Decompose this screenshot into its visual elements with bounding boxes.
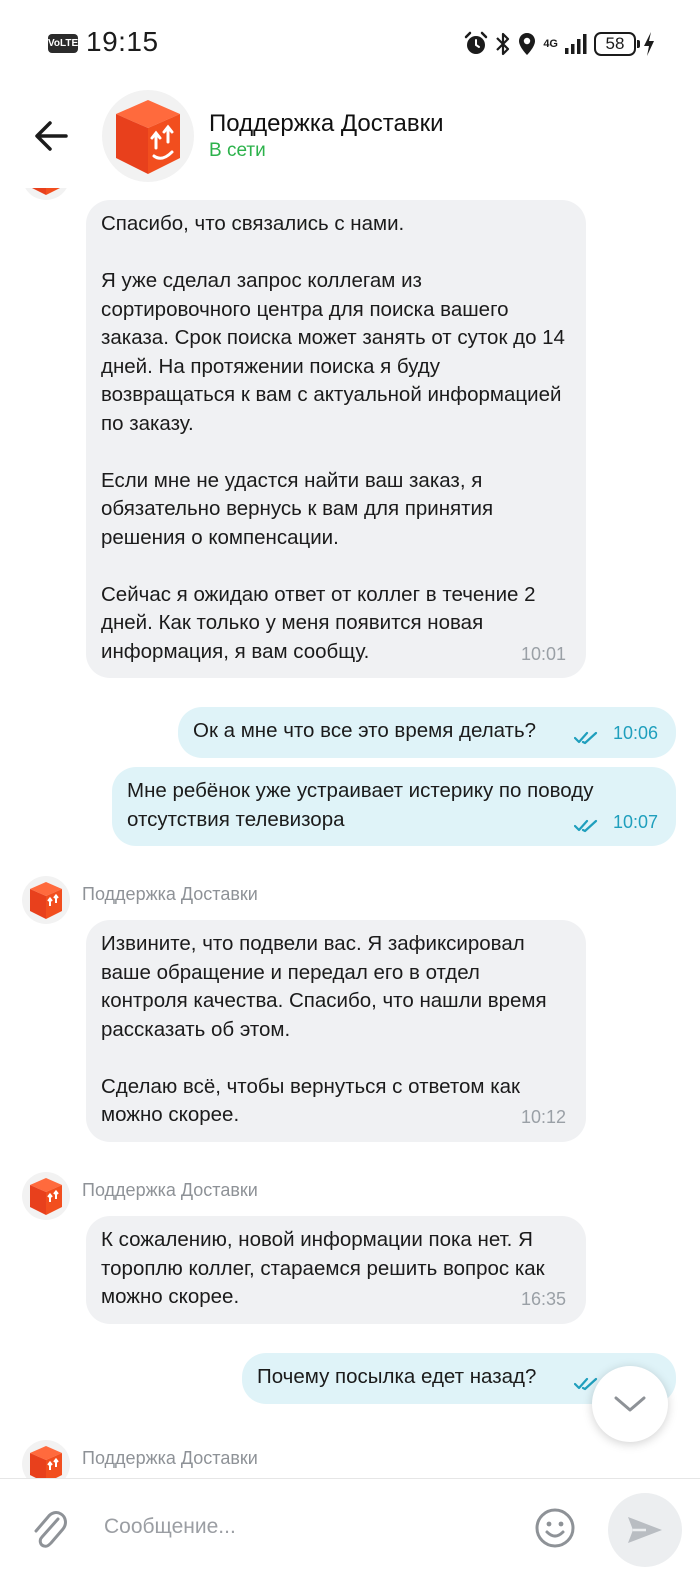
location-icon [519,33,536,55]
sender-avatar[interactable] [22,1172,70,1220]
sender-name: Поддержка Доставки [82,1448,258,1468]
sender-name: Поддержка Доставки [82,884,258,904]
message-time: 10:01 [520,643,566,664]
scroll-to-bottom-button[interactable] [592,1366,668,1442]
double-check-icon [574,819,598,833]
sender-avatar[interactable] [22,876,70,924]
send-icon [628,1517,662,1543]
message-time: 10:07 [612,811,658,832]
sender-avatar [22,188,70,200]
charging-icon [644,32,654,56]
volte-badge: VoLTE [48,34,78,53]
delivery-box-logo-icon [116,100,180,174]
paperclip-icon [34,1511,67,1548]
delivery-box-logo-icon [30,1178,62,1215]
delivery-box-logo-icon [30,882,62,919]
emoji-button[interactable] [534,1507,576,1549]
online-status: В сети [209,140,266,161]
double-check-icon [574,731,598,744]
status-bar: VoLTE 19:15 4G 58 [0,0,700,84]
message-list[interactable]: Спасибо, что связались с нами. Я уже сде… [0,188,700,1478]
message-text: К сожалению, новой информации пока нет. … [101,1228,551,1308]
chat-avatar[interactable] [102,90,194,182]
sender-avatar[interactable] [22,1440,70,1478]
message-time: 10:12 [520,1107,566,1127]
sender-name: Поддержка Доставки [82,1180,258,1200]
chevron-down-icon [614,1396,646,1412]
back-button[interactable] [30,118,74,154]
message-time: 16:35 [520,1289,566,1309]
incoming-message[interactable]: Извините, что подвели вас. Я зафиксирова… [86,920,586,1142]
status-icons: 4G 58 [463,28,656,60]
chat-header: Поддержка Доставки В сети [0,84,700,188]
chat-title[interactable]: Поддержка Доставки [209,110,443,138]
message-text: Ок а мне что все это время делать? [193,719,537,742]
message-text: Спасибо, что связались с нами. Я уже сде… [101,212,565,663]
bluetooth-icon [496,32,510,56]
incoming-message[interactable]: К сожалению, новой информации пока нет. … [86,1216,586,1324]
outgoing-message[interactable]: Мне ребёнок уже устраивает истерику по п… [112,767,676,846]
outgoing-message[interactable]: Ок а мне что все это время делать? 10:06 [178,707,676,758]
message-text: Извините, что подвели вас. Я зафиксирова… [101,932,547,1126]
smiley-icon [535,1508,575,1548]
incoming-message[interactable]: Спасибо, что связались с нами. Я уже сде… [86,200,586,678]
battery-indicator: 58 [594,32,640,56]
status-time: 19:15 [86,26,159,57]
delivery-box-logo-icon [32,188,60,195]
message-composer [0,1478,700,1580]
network-type: 4G [543,38,558,50]
arrow-left-icon [35,121,68,151]
message-text: Почему посылка едет назад? [257,1365,537,1388]
message-input[interactable] [96,1505,516,1549]
delivery-box-logo-icon [30,1446,62,1478]
send-button[interactable] [608,1493,682,1567]
signal-icon [565,34,587,54]
alarm-icon [465,31,488,54]
attach-button[interactable] [30,1505,70,1553]
message-time: 10:06 [612,723,658,743]
